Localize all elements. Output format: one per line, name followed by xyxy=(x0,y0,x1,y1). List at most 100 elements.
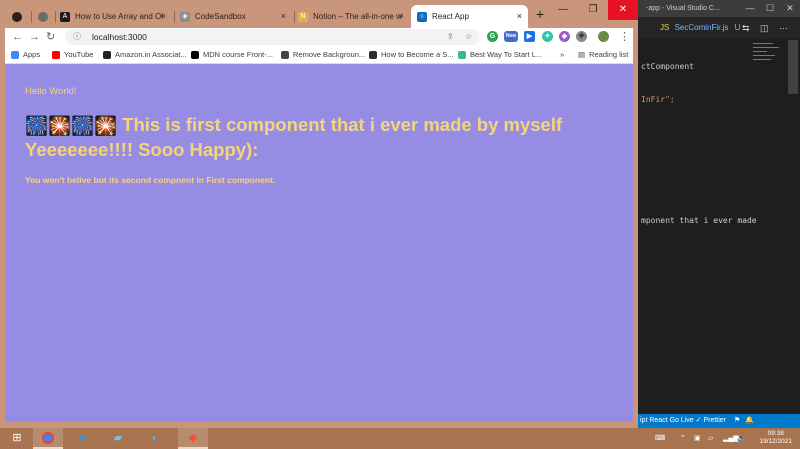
bell-icon[interactable]: 🔔 xyxy=(745,417,754,424)
tab-close-icon[interactable]: × xyxy=(161,5,166,28)
back-icon[interactable]: ← xyxy=(12,28,23,46)
bookmark-label: Remove Backgroun... xyxy=(293,50,366,59)
tab-label: React App xyxy=(432,12,469,21)
bookmark-label: Amazon.in Associat... xyxy=(115,50,187,59)
reading-list-icon: ▤ xyxy=(578,50,586,59)
tab-label: How to Use Array and Ol xyxy=(75,12,164,21)
vscode-minimap[interactable] xyxy=(753,40,785,80)
code-line: ctComponent xyxy=(641,62,694,71)
bookmark-star-icon[interactable]: ☆ xyxy=(465,29,472,45)
vscode-taskbar-icon[interactable]: ≺ xyxy=(67,428,97,449)
windows-taskbar: ⊞ ≺ ▰ ◐ ◆ ⌨ ⌃ ▣ ▱ ▂▄▆ 🔈 09:38 19/12/2021 xyxy=(0,428,800,449)
notes-taskbar-icon[interactable]: ▰ xyxy=(103,428,133,449)
vscode-titlebar: -app - Visual Studio C... — ☐ ✕ xyxy=(638,0,800,17)
clock-date: 19/12/2021 xyxy=(759,438,792,445)
amazon-icon xyxy=(103,51,111,60)
extension-new-badge[interactable]: New xyxy=(504,31,518,42)
vscode-code-area[interactable]: ctComponent InFir"; mponent that i ever … xyxy=(638,39,757,248)
page-heading: 🎆🎇🎆🎇 This is first component that i ever … xyxy=(25,113,585,162)
keyboard-icon[interactable]: ⌨ xyxy=(655,428,665,449)
tab-strip: A How to Use Array and Ol × ◈ CodeSandbox … xyxy=(0,0,638,28)
code-line: InFir"; xyxy=(641,95,675,104)
vscode-minimize-button[interactable]: — xyxy=(740,0,760,17)
browser-tab-active[interactable]: ⚛ React App × xyxy=(411,5,528,28)
vscode-tab-label[interactable]: SecCominFir.js xyxy=(675,23,729,32)
minimize-button[interactable]: — xyxy=(548,0,578,20)
bookmark-mdn[interactable]: MDN course Front-... xyxy=(191,46,273,63)
bookmark-best-way[interactable]: Best Way To Start L... xyxy=(458,46,542,63)
network-icon[interactable]: ▣ xyxy=(694,428,701,449)
vscode-status-text[interactable]: ipt React Go Live ✓ Prettier xyxy=(640,417,726,424)
chrome-window: A How to Use Array and Ol × ◈ CodeSandbox … xyxy=(0,0,638,428)
bookmark-label: MDN course Front-... xyxy=(203,50,274,59)
tab-close-icon[interactable]: × xyxy=(517,5,522,28)
volume-icon[interactable]: 🔈 xyxy=(737,428,746,449)
tray-chevron-icon[interactable]: ⌃ xyxy=(680,428,686,449)
youtube-icon xyxy=(52,51,60,60)
apps-grid-icon xyxy=(11,51,19,60)
hello-text: Hello World! xyxy=(25,86,77,97)
bookmark-youtube[interactable]: YouTube xyxy=(52,46,93,63)
more-bookmarks-button[interactable]: » xyxy=(560,46,564,63)
vscode-editor-actions[interactable]: ⇆ ◫ ⋯ xyxy=(742,17,792,39)
grammarly-icon[interactable]: G xyxy=(487,31,498,42)
browser-tab[interactable]: N Notion – The all-in-one w × xyxy=(298,5,410,28)
reading-list-button[interactable]: ▤ Reading list xyxy=(578,46,628,63)
edge-taskbar-icon[interactable]: ◐ xyxy=(140,428,170,449)
vscode-maximize-button[interactable]: ☐ xyxy=(760,0,780,17)
code-line: mponent that i ever made xyxy=(641,216,757,225)
bookmark-label: Best Way To Start L... xyxy=(470,50,543,59)
page-content: Hello World! 🎆🎇🎆🎇 This is first component… xyxy=(5,64,633,422)
bookmark-label: How to Become a S... xyxy=(381,50,454,59)
share-icon[interactable]: ⇪ xyxy=(447,29,454,45)
pinned-tab[interactable] xyxy=(38,5,54,28)
menu-kebab-icon[interactable]: ⋮ xyxy=(619,28,630,46)
site-info-icon[interactable]: ⓘ xyxy=(73,29,81,45)
tab-search-icon xyxy=(12,11,22,22)
tab-close-icon[interactable]: × xyxy=(281,5,286,28)
bookmarks-bar: Apps YouTube Amazon.in Associat... MDN c… xyxy=(5,46,633,64)
vscode-title: -app - Visual Studio C... xyxy=(646,5,720,12)
folder-icon[interactable]: ▱ xyxy=(708,428,713,449)
bookmark-become[interactable]: How to Become a S... xyxy=(369,46,454,63)
page-subheading: You won't belive but its second compnent… xyxy=(25,175,276,185)
address-bar[interactable]: ⓘ localhost:3000 ⇪ ☆ xyxy=(65,29,480,45)
react-icon: ⚛ xyxy=(417,11,427,22)
mdn-icon xyxy=(191,51,199,60)
bookmark-apps[interactable]: Apps xyxy=(11,46,40,63)
git-taskbar-icon[interactable]: ◆ xyxy=(178,428,208,449)
vscode-tabbar: JS SecCominFir.js U ⇆ ◫ ⋯ xyxy=(638,17,800,39)
extensions-puzzle-icon[interactable]: ✚ xyxy=(576,31,587,42)
fireworks-emoji: 🎆🎇🎆🎇 xyxy=(25,115,118,137)
vscode-scrollbar[interactable] xyxy=(788,40,798,94)
tab-label: CodeSandbox xyxy=(195,12,246,21)
js-file-icon: JS xyxy=(660,23,670,32)
profile-avatar[interactable] xyxy=(598,31,609,42)
tab-close-icon[interactable]: × xyxy=(399,5,404,28)
tab-search-button[interactable] xyxy=(12,5,26,28)
extension-icon[interactable]: ✦ xyxy=(542,31,553,42)
bookmark-remove-bg[interactable]: Remove Backgroun... xyxy=(281,46,365,63)
feedback-icon[interactable]: ⚑ xyxy=(734,417,740,424)
restore-button[interactable]: ❐ xyxy=(578,0,608,20)
windows-start-icon[interactable]: ⊞ xyxy=(2,428,32,449)
extension-icon[interactable]: ◆ xyxy=(559,31,570,42)
reload-icon[interactable]: ↻ xyxy=(46,28,55,46)
browser-tab[interactable]: ◈ CodeSandbox × xyxy=(180,5,292,28)
bookmark-site-icon xyxy=(369,51,377,60)
new-tab-button[interactable]: + xyxy=(536,6,544,22)
bookmark-amazon[interactable]: Amazon.in Associat... xyxy=(103,46,187,63)
reading-list-label: Reading list xyxy=(589,50,629,59)
chrome-taskbar-icon[interactable] xyxy=(33,428,63,449)
vscode-statusbar: ipt React Go Live ✓ Prettier ⚑ 🔔 xyxy=(638,414,800,428)
address-url[interactable]: localhost:3000 xyxy=(92,29,147,45)
vscode-tab-status: U xyxy=(734,23,741,32)
vscode-close-button[interactable]: ✕ xyxy=(780,0,800,17)
tab-favicon-icon: ◈ xyxy=(180,11,190,22)
system-clock[interactable]: 09:38 19/12/2021 xyxy=(759,430,792,446)
clock-time: 09:38 xyxy=(767,430,784,437)
browser-tab[interactable]: A How to Use Array and Ol × xyxy=(60,5,172,28)
close-window-button[interactable]: ✕ xyxy=(608,0,638,20)
forward-icon[interactable]: → xyxy=(29,28,40,46)
cursor-extension-icon[interactable]: ▶ xyxy=(524,31,535,42)
